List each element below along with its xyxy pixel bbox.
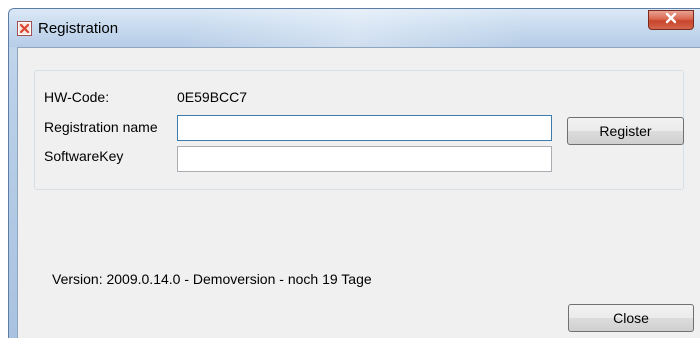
registration-groupbox: HW-Code: 0E59BCC7 Registration name Soft… <box>34 70 684 190</box>
register-button[interactable]: Register <box>567 117 684 145</box>
version-number: 2009.0.14.0 <box>106 271 181 287</box>
registration-name-input[interactable] <box>177 115 552 141</box>
hw-code-value: 0E59BCC7 <box>177 89 248 105</box>
close-window-button[interactable] <box>648 10 694 30</box>
hw-code-label: HW-Code: <box>44 89 110 105</box>
version-prefix: Version: <box>52 271 107 287</box>
close-button[interactable]: Close <box>568 304 694 332</box>
titlebar[interactable]: Registration <box>9 9 700 47</box>
software-key-input[interactable] <box>177 146 552 172</box>
demo-status: Demoversion - noch 19 Tage <box>192 271 372 287</box>
registration-window: Registration HW-Code: 0E59BCC7 Registrat… <box>8 8 700 338</box>
registration-name-label: Registration name <box>44 119 158 135</box>
dialog-client-area: HW-Code: 0E59BCC7 Registration name Soft… <box>17 47 700 338</box>
window-title: Registration <box>38 20 119 37</box>
close-icon <box>664 11 678 29</box>
version-separator: - <box>180 271 193 287</box>
software-key-label: SoftwareKey <box>44 148 124 164</box>
app-close-red-icon <box>17 21 32 36</box>
version-line: Version: 2009.0.14.0 - Demoversion - noc… <box>52 271 372 287</box>
